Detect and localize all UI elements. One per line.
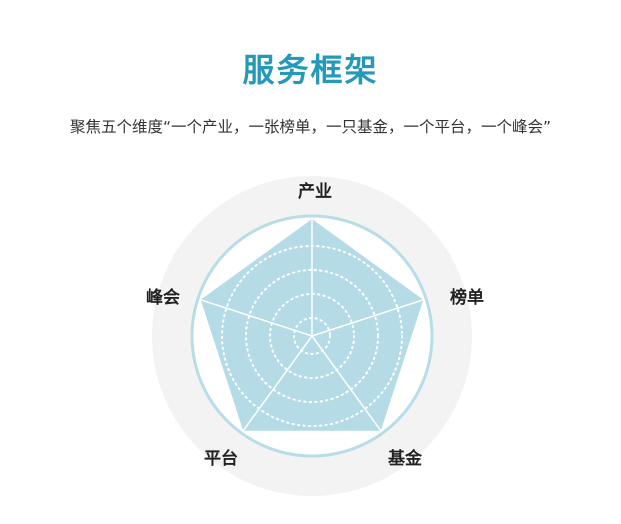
axis-label-4: 平台 <box>204 448 238 469</box>
axis-label-3: 基金 <box>387 448 423 469</box>
page: 服务框架 聚焦五个维度“一个产业，一张榜单，一只基金，一个平台，一个峰会” 产业… <box>0 0 621 524</box>
axis-label-5: 峰会 <box>146 287 180 308</box>
axis-label-2: 榜单 <box>450 287 484 308</box>
radar-chart: 产业榜单基金 平台 峰会 <box>146 176 484 496</box>
axis-label-1: 产业 <box>298 181 332 202</box>
